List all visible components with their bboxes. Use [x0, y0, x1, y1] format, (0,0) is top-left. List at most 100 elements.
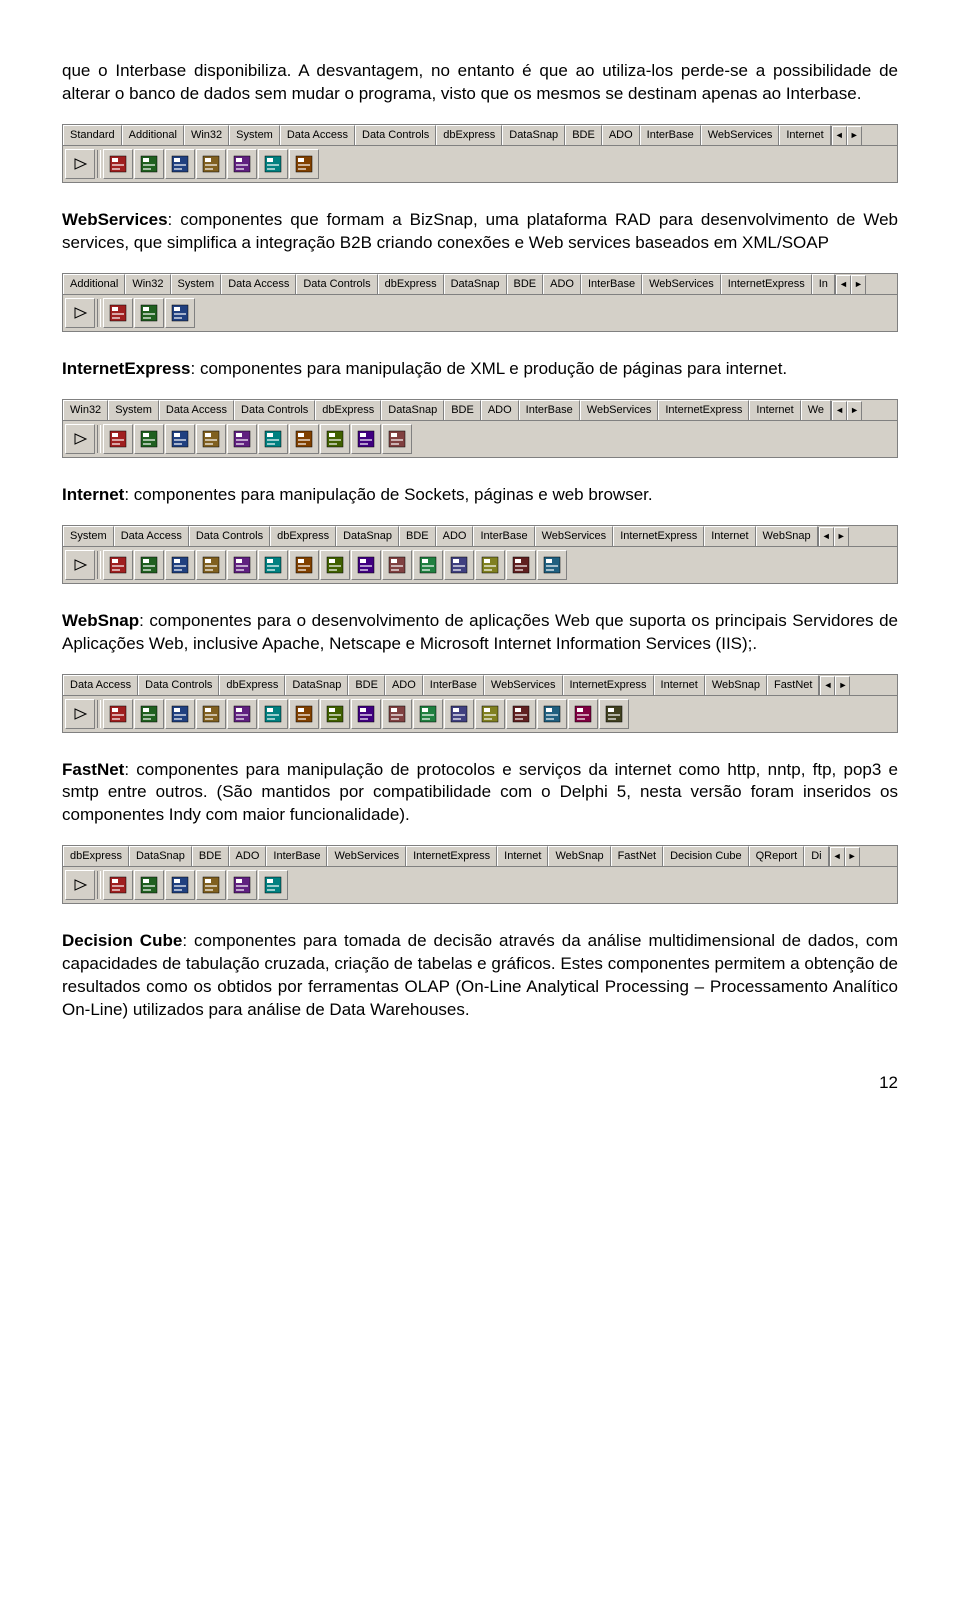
pointer-tool-icon[interactable]: [65, 298, 95, 328]
tab-scroll-right-icon[interactable]: ►: [835, 676, 850, 696]
component-icon[interactable]: [289, 550, 319, 580]
component-icon[interactable]: [351, 699, 381, 729]
component-icon[interactable]: [103, 298, 133, 328]
palette-tab[interactable]: Data Controls: [189, 526, 270, 546]
tab-scroll-left-icon[interactable]: ◄: [820, 676, 835, 696]
component-icon[interactable]: [351, 550, 381, 580]
palette-tab[interactable]: FastNet: [611, 846, 664, 866]
component-icon[interactable]: [227, 149, 257, 179]
palette-tab[interactable]: DataSnap: [502, 125, 565, 145]
palette-tab[interactable]: Internet: [497, 846, 548, 866]
component-icon[interactable]: [134, 424, 164, 454]
component-icon[interactable]: [444, 699, 474, 729]
palette-tab[interactable]: WebServices: [535, 526, 614, 546]
palette-tab[interactable]: WebServices: [580, 400, 659, 420]
palette-tab[interactable]: InternetExpress: [658, 400, 749, 420]
component-icon[interactable]: [537, 550, 567, 580]
component-icon[interactable]: [289, 424, 319, 454]
component-icon[interactable]: [196, 424, 226, 454]
component-icon[interactable]: [382, 550, 412, 580]
palette-tab[interactable]: dbExpress: [378, 274, 444, 294]
component-icon[interactable]: [382, 699, 412, 729]
pointer-tool-icon[interactable]: [65, 424, 95, 454]
palette-tab[interactable]: InterBase: [423, 675, 484, 695]
component-icon[interactable]: [196, 870, 226, 900]
component-icon[interactable]: [475, 699, 505, 729]
component-icon[interactable]: [196, 550, 226, 580]
component-icon[interactable]: [537, 699, 567, 729]
palette-tab[interactable]: WebServices: [484, 675, 563, 695]
component-icon[interactable]: [134, 699, 164, 729]
component-icon[interactable]: [506, 699, 536, 729]
palette-tab[interactable]: Data Access: [221, 274, 296, 294]
component-icon[interactable]: [444, 550, 474, 580]
palette-tab[interactable]: Data Controls: [355, 125, 436, 145]
tab-scroll-left-icon[interactable]: ◄: [832, 126, 847, 146]
palette-tab[interactable]: dbExpress: [270, 526, 336, 546]
palette-tab[interactable]: DataSnap: [129, 846, 192, 866]
palette-tab[interactable]: Data Access: [159, 400, 234, 420]
palette-tab[interactable]: DataSnap: [285, 675, 348, 695]
component-icon[interactable]: [506, 550, 536, 580]
palette-tab[interactable]: InternetExpress: [406, 846, 497, 866]
palette-tab[interactable]: System: [229, 125, 280, 145]
tab-scroll-left-icon[interactable]: ◄: [819, 527, 834, 547]
pointer-tool-icon[interactable]: [65, 699, 95, 729]
palette-tab[interactable]: We: [801, 400, 831, 420]
palette-tab[interactable]: WebSnap: [548, 846, 610, 866]
component-icon[interactable]: [103, 149, 133, 179]
component-icon[interactable]: [165, 699, 195, 729]
palette-tab[interactable]: Di: [804, 846, 828, 866]
palette-tab[interactable]: Data Controls: [296, 274, 377, 294]
palette-tab[interactable]: WebServices: [701, 125, 780, 146]
palette-tab[interactable]: Win32: [125, 274, 170, 294]
tab-scroll-left-icon[interactable]: ◄: [836, 275, 851, 295]
tab-scroll-left-icon[interactable]: ◄: [830, 847, 845, 867]
palette-tab[interactable]: Internet: [749, 400, 800, 421]
palette-tab[interactable]: Internet: [654, 675, 705, 695]
palette-tab[interactable]: Data Access: [114, 526, 189, 546]
palette-tab[interactable]: dbExpress: [315, 400, 381, 420]
palette-tab[interactable]: InternetExpress: [721, 274, 812, 295]
component-icon[interactable]: [258, 870, 288, 900]
palette-tab[interactable]: dbExpress: [219, 675, 285, 695]
palette-tab[interactable]: WebSnap: [705, 675, 767, 695]
component-icon[interactable]: [568, 699, 598, 729]
component-icon[interactable]: [320, 424, 350, 454]
palette-tab[interactable]: BDE: [192, 846, 229, 866]
palette-tab[interactable]: WebSnap: [756, 526, 818, 547]
palette-tab[interactable]: dbExpress: [63, 846, 129, 866]
palette-tab[interactable]: BDE: [399, 526, 436, 546]
tab-scroll-right-icon[interactable]: ►: [851, 275, 866, 295]
component-icon[interactable]: [165, 870, 195, 900]
component-icon[interactable]: [165, 424, 195, 454]
component-icon[interactable]: [103, 699, 133, 729]
palette-tab[interactable]: ADO: [481, 400, 519, 420]
tab-scroll-left-icon[interactable]: ◄: [832, 401, 847, 421]
palette-tab[interactable]: InterBase: [581, 274, 642, 294]
tab-scroll-right-icon[interactable]: ►: [847, 401, 862, 421]
pointer-tool-icon[interactable]: [65, 149, 95, 179]
palette-tab[interactable]: dbExpress: [436, 125, 502, 145]
component-icon[interactable]: [320, 550, 350, 580]
palette-tab[interactable]: DataSnap: [444, 274, 507, 294]
palette-tab[interactable]: InternetExpress: [563, 675, 654, 695]
palette-tab[interactable]: DataSnap: [336, 526, 399, 546]
component-icon[interactable]: [289, 699, 319, 729]
component-icon[interactable]: [258, 149, 288, 179]
component-icon[interactable]: [134, 298, 164, 328]
palette-tab[interactable]: BDE: [348, 675, 385, 695]
palette-tab[interactable]: Data Controls: [234, 400, 315, 420]
palette-tab[interactable]: WebServices: [327, 846, 406, 866]
component-icon[interactable]: [165, 298, 195, 328]
component-icon[interactable]: [227, 550, 257, 580]
component-icon[interactable]: [475, 550, 505, 580]
component-icon[interactable]: [165, 149, 195, 179]
palette-tab[interactable]: Data Controls: [138, 675, 219, 695]
component-icon[interactable]: [258, 550, 288, 580]
palette-tab[interactable]: InterBase: [473, 526, 534, 546]
palette-tab[interactable]: In: [812, 274, 835, 294]
palette-tab[interactable]: Internet: [779, 125, 830, 145]
palette-tab[interactable]: System: [63, 526, 114, 546]
palette-tab[interactable]: System: [171, 274, 222, 294]
